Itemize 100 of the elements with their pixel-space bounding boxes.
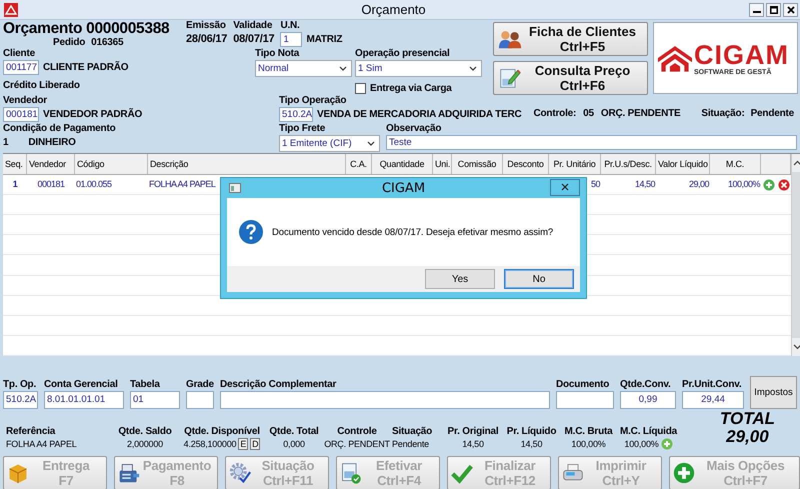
field-label: Descrição Complementar (220, 378, 338, 391)
column-header[interactable]: Descrição (148, 154, 346, 174)
dialog-button[interactable]: Yes (425, 269, 495, 289)
summary-value: 14,50 (462, 438, 484, 450)
scroll-down-icon[interactable] (792, 344, 800, 350)
column-header[interactable]: Pr. Unitário (549, 154, 601, 174)
taxes-button[interactable]: Impostos (750, 376, 797, 409)
freight-select[interactable]: 1 Emitente (CIF) (279, 135, 380, 152)
control-label: Controle: (534, 108, 576, 120)
field-label: Grade (186, 378, 214, 391)
payment-label: Condição de Pagamento (3, 123, 116, 136)
document-pencil-icon (498, 67, 522, 89)
action-button[interactable]: Ficha de Clientes Ctrl+F5 (493, 22, 648, 56)
summary-label: M.C. Líquida (620, 426, 678, 438)
input-field[interactable]: 29,44 (682, 391, 744, 409)
summary-label: Pr. Original (448, 426, 498, 438)
minimize-button[interactable] (749, 2, 764, 16)
total-label: TOTAL (720, 410, 775, 428)
checkbox-label: Entrega via Carga (370, 82, 452, 95)
delete-icon[interactable] (778, 178, 790, 191)
control-status: ORÇ. PENDENTE (600, 108, 681, 120)
maximize-icon (770, 6, 778, 14)
summary-value: 0,000 (283, 438, 305, 450)
scroll-up-icon[interactable] (792, 160, 800, 166)
credit-status: Crédito Liberado (3, 79, 81, 92)
table-cell: 14,50 (634, 179, 655, 189)
question-icon (239, 220, 263, 244)
seller-name: VENDEDOR PADRÃO (43, 108, 142, 121)
column-header[interactable]: Vendedor (27, 154, 75, 174)
column-header[interactable]: Valor Líquido (656, 154, 710, 174)
window-title: Orçamento (361, 2, 426, 17)
operation-code-field[interactable]: 510.2A (279, 107, 313, 122)
input-field[interactable] (186, 391, 214, 409)
invoice-type-select[interactable]: Normal (255, 60, 352, 77)
close-icon (786, 6, 794, 14)
logo-name: CIGAM (694, 40, 789, 68)
notes-field[interactable]: Teste (386, 135, 797, 150)
cash-register-icon (118, 462, 140, 484)
people-icon (498, 28, 522, 50)
dialog-button[interactable]: No (504, 269, 574, 289)
summary-label: Pr. Líquido (506, 426, 556, 438)
add-icon[interactable] (763, 178, 775, 191)
scrollbar[interactable] (791, 154, 800, 356)
box-icon (7, 462, 29, 484)
input-field[interactable]: 510.2A (3, 391, 38, 409)
input-field[interactable]: 8.01.01.01.01 (44, 391, 124, 409)
column-header[interactable]: M.C. (710, 154, 761, 174)
table-cell: 50 (590, 179, 600, 189)
summary-value: 100,00% (624, 438, 659, 450)
client-label: Cliente (3, 47, 36, 60)
summary-value: FOLHA A4 PAPEL (6, 438, 77, 450)
summary-label: Situação (392, 426, 432, 438)
column-header[interactable]: Seq. (3, 154, 27, 174)
field-label: Tp. Op. (3, 378, 38, 391)
column-header[interactable]: Pr.U.s/Desc. (601, 154, 656, 174)
summary-value: ORÇ. PENDENT (324, 438, 390, 450)
maximize-button[interactable] (766, 2, 781, 16)
close-button[interactable] (783, 2, 798, 16)
input-field[interactable]: 0,99 (620, 391, 676, 409)
house-icon (658, 44, 692, 72)
column-header[interactable]: Desconto (503, 154, 549, 174)
seller-code-field[interactable]: 000181 (3, 107, 39, 122)
summary-label: Qtde. Total (269, 426, 319, 438)
scroll-thumb[interactable] (792, 172, 800, 338)
stock-button[interactable]: D (250, 438, 260, 450)
summary-value: Pendente (392, 438, 429, 450)
caret-icon (367, 141, 375, 146)
column-header[interactable]: C.A. (346, 154, 372, 174)
summary-value: 4.258,100000 (184, 438, 236, 450)
control-value: 05 (583, 108, 594, 120)
presence-select[interactable]: 1 Sim (355, 60, 482, 77)
client-code-field[interactable]: 001177 (3, 60, 39, 75)
freight-label: Tipo Frete (279, 123, 326, 136)
input-field[interactable] (556, 391, 614, 409)
payment-name: DINHEIRO (28, 137, 76, 150)
invoice-type-label: Tipo Nota (255, 47, 300, 60)
plus-icon (673, 462, 695, 484)
action-button[interactable]: Consulta Preço Ctrl+F6 (493, 61, 648, 95)
summary-value: 100,00% (571, 438, 606, 450)
notes-label: Observação (386, 123, 442, 136)
close-button[interactable] (550, 178, 580, 196)
issue-date: 28/06/17 (186, 32, 228, 46)
checkbox[interactable] (355, 83, 366, 94)
input-field[interactable] (220, 391, 550, 409)
issue-label: Emissão (186, 20, 227, 32)
table-cell: 01.00.055 (76, 179, 112, 189)
payment-code: 1 (3, 137, 8, 150)
dialog-title: CIGAM (382, 180, 426, 196)
stock-button[interactable]: E (238, 438, 248, 450)
column-header[interactable]: Comissão (452, 154, 503, 174)
column-header[interactable]: Quantidade (372, 154, 433, 174)
unit-field[interactable]: 1 (280, 32, 302, 47)
operation-label: Tipo Operação (279, 95, 348, 108)
situation-label: Situação: (701, 108, 745, 120)
close-icon (561, 183, 569, 191)
column-header[interactable]: Código (75, 154, 148, 174)
column-header[interactable]: Uni. (433, 154, 452, 174)
input-field[interactable]: 01 (130, 391, 180, 409)
table-cell: 000181 (37, 179, 65, 189)
unit-label: U.N. (280, 20, 301, 32)
